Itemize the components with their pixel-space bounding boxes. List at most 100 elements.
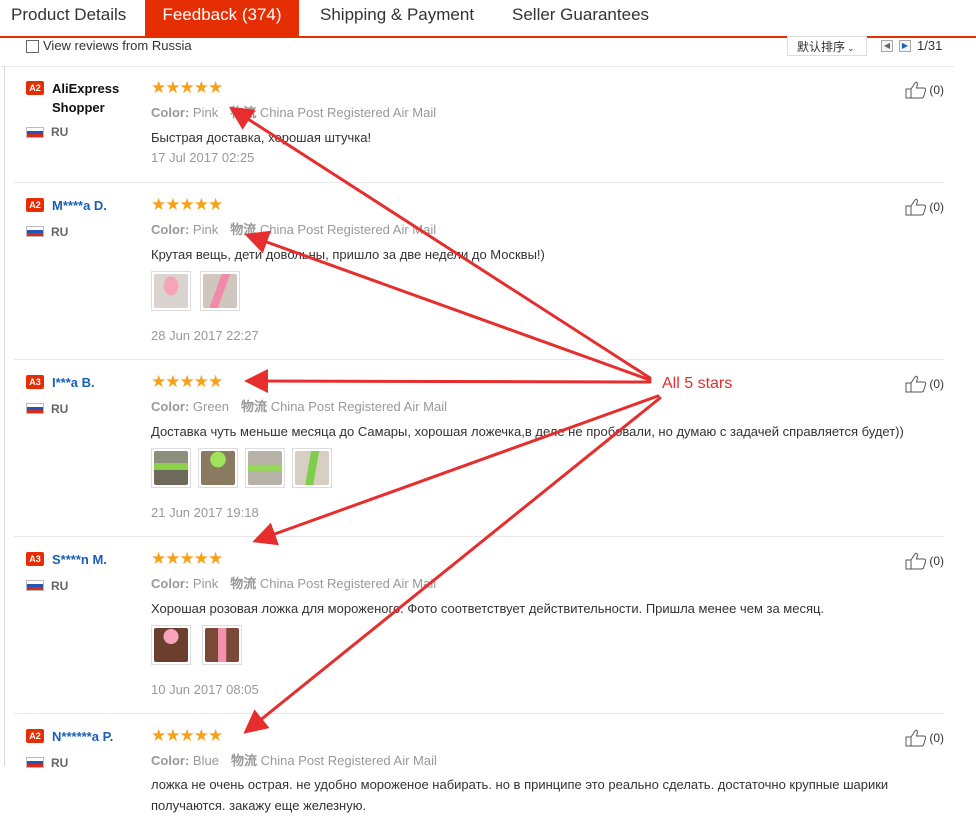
review-photos <box>151 448 332 488</box>
order-info: Color: Pink 物流 China Post Registered Air … <box>151 102 436 121</box>
logistics-label: 物流 <box>230 576 257 591</box>
reviewer-name[interactable]: S****n M. <box>52 550 156 569</box>
star-rating: ★★★★★ <box>151 549 223 568</box>
color-label: Color: <box>151 222 190 237</box>
review-item: A2 N******a P. RU ★★★★★ Color: Blue 物流 Ch… <box>14 714 944 818</box>
helpful-button[interactable]: (0) <box>905 552 944 570</box>
logistics-label: 物流 <box>230 105 257 120</box>
tab-product-details[interactable]: Product Details <box>11 0 126 30</box>
russia-flag-icon <box>26 403 44 414</box>
annotation-label: All 5 stars <box>662 375 733 392</box>
buyer-level-badge: A2 <box>26 198 44 212</box>
review-photo[interactable] <box>151 625 191 665</box>
russia-filter-label[interactable]: View reviews from Russia <box>43 38 192 53</box>
russia-flag-icon <box>26 757 44 768</box>
logistics-label: 物流 <box>230 222 257 237</box>
color-value: Green <box>192 399 230 414</box>
logistics-label: 物流 <box>230 753 257 768</box>
star-rating: ★★★★★ <box>151 372 223 391</box>
thumbs-up-icon <box>905 729 927 747</box>
review-item: A3 I***a B. RU ★★★★★ Color: Green 物流 Chin… <box>14 360 944 537</box>
order-info: Color: Blue 物流 China Post Registered Air … <box>151 750 437 769</box>
thumbs-up-icon <box>905 552 927 570</box>
reviewer-country: RU <box>51 756 69 770</box>
star-rating: ★★★★★ <box>151 195 223 214</box>
thumbs-up-icon <box>905 81 927 99</box>
logistics-value: China Post Registered Air Mail <box>259 576 437 591</box>
logistics-value: China Post Registered Air Mail <box>259 222 437 237</box>
sort-dropdown[interactable]: 默认排序 ⌄ <box>787 36 867 56</box>
tab-feedback[interactable]: Feedback (374) <box>145 0 299 36</box>
reviewer-name: AliExpress Shopper <box>52 81 120 115</box>
reviewer-country: RU <box>51 125 69 139</box>
buyer-level-badge: A3 <box>26 375 44 389</box>
review-date: 28 Jun 2017 22:27 <box>151 328 259 343</box>
page-indicator: 1/31 <box>917 38 943 53</box>
russia-flag-icon <box>26 226 44 237</box>
chevron-down-icon: ⌄ <box>847 43 855 53</box>
review-photo[interactable] <box>198 448 238 488</box>
russia-flag-icon <box>26 127 44 138</box>
helpful-button[interactable]: (0) <box>905 729 944 747</box>
order-info: Color: Pink 物流 China Post Registered Air … <box>151 219 436 238</box>
star-rating: ★★★★★ <box>151 726 223 745</box>
color-value: Blue <box>192 753 219 768</box>
logistics-value: China Post Registered Air Mail <box>259 105 437 120</box>
order-info: Color: Green 物流 China Post Registered Air… <box>151 396 447 415</box>
logistics-value: China Post Registered Air Mail <box>270 399 447 414</box>
review-date: 21 Jun 2017 19:18 <box>151 505 259 520</box>
helpful-count: (0) <box>929 377 944 391</box>
next-page-button[interactable]: ▶ <box>899 40 911 52</box>
review-text: Крутая вещь, дети довольны, пришло за дв… <box>151 247 545 262</box>
reviewer-country: RU <box>51 402 69 416</box>
review-photo[interactable] <box>151 448 191 488</box>
review-photo[interactable] <box>200 271 240 311</box>
review-date: 17 Jul 2017 02:25 <box>151 150 255 165</box>
reviewer-country: RU <box>51 579 69 593</box>
thumbs-up-icon <box>905 375 927 393</box>
review-item: A2 M****a D. RU ★★★★★ Color: Pink 物流 Chin… <box>14 183 944 360</box>
review-photos <box>151 271 240 311</box>
color-label: Color: <box>151 576 190 591</box>
helpful-button[interactable]: (0) <box>905 81 944 99</box>
review-text: ложка не очень острая. не удобно морожен… <box>151 777 889 813</box>
review-date: 10 Jun 2017 08:05 <box>151 682 259 697</box>
helpful-button[interactable]: (0) <box>905 198 944 216</box>
review-text: Хорошая розовая ложка для мороженого. Фо… <box>151 601 825 616</box>
helpful-count: (0) <box>929 83 944 97</box>
thumbs-up-icon <box>905 198 927 216</box>
helpful-count: (0) <box>929 731 944 745</box>
review-text: Доставка чуть меньше месяца до Самары, х… <box>151 424 904 439</box>
review-photo[interactable] <box>151 271 191 311</box>
review-photos <box>151 625 242 665</box>
color-label: Color: <box>151 399 190 414</box>
reviewer-name[interactable]: N******a P. <box>52 727 156 746</box>
tab-seller-guarantees[interactable]: Seller Guarantees <box>512 0 649 30</box>
buyer-level-badge: A2 <box>26 81 44 95</box>
color-value: Pink <box>192 105 219 120</box>
review-photo[interactable] <box>245 448 285 488</box>
review-item: A3 S****n M. RU ★★★★★ Color: Pink 物流 Chin… <box>14 537 944 714</box>
color-value: Pink <box>192 576 219 591</box>
color-label: Color: <box>151 105 190 120</box>
russia-filter-checkbox[interactable] <box>26 40 39 53</box>
prev-page-button[interactable]: ◀ <box>881 40 893 52</box>
logistics-value: China Post Registered Air Mail <box>260 753 437 768</box>
review-photo[interactable] <box>292 448 332 488</box>
tab-bar: Product Details Feedback (374) Shipping … <box>0 0 976 38</box>
star-rating: ★★★★★ <box>151 78 223 97</box>
helpful-count: (0) <box>929 554 944 568</box>
tab-shipping-payment[interactable]: Shipping & Payment <box>320 0 474 30</box>
helpful-button[interactable]: (0) <box>905 375 944 393</box>
order-info: Color: Pink 物流 China Post Registered Air … <box>151 573 436 592</box>
review-text: Быстрая доставка, хорошая штучка! <box>151 130 372 145</box>
review-photo[interactable] <box>202 625 242 665</box>
color-label: Color: <box>151 753 190 768</box>
buyer-level-badge: A2 <box>26 729 44 743</box>
reviewer-country: RU <box>51 225 69 239</box>
helpful-count: (0) <box>929 200 944 214</box>
reviewer-name[interactable]: M****a D. <box>52 196 156 215</box>
sort-label: 默认排序 <box>797 40 846 54</box>
reviewer-name[interactable]: I***a B. <box>52 373 156 392</box>
left-border <box>0 66 5 766</box>
